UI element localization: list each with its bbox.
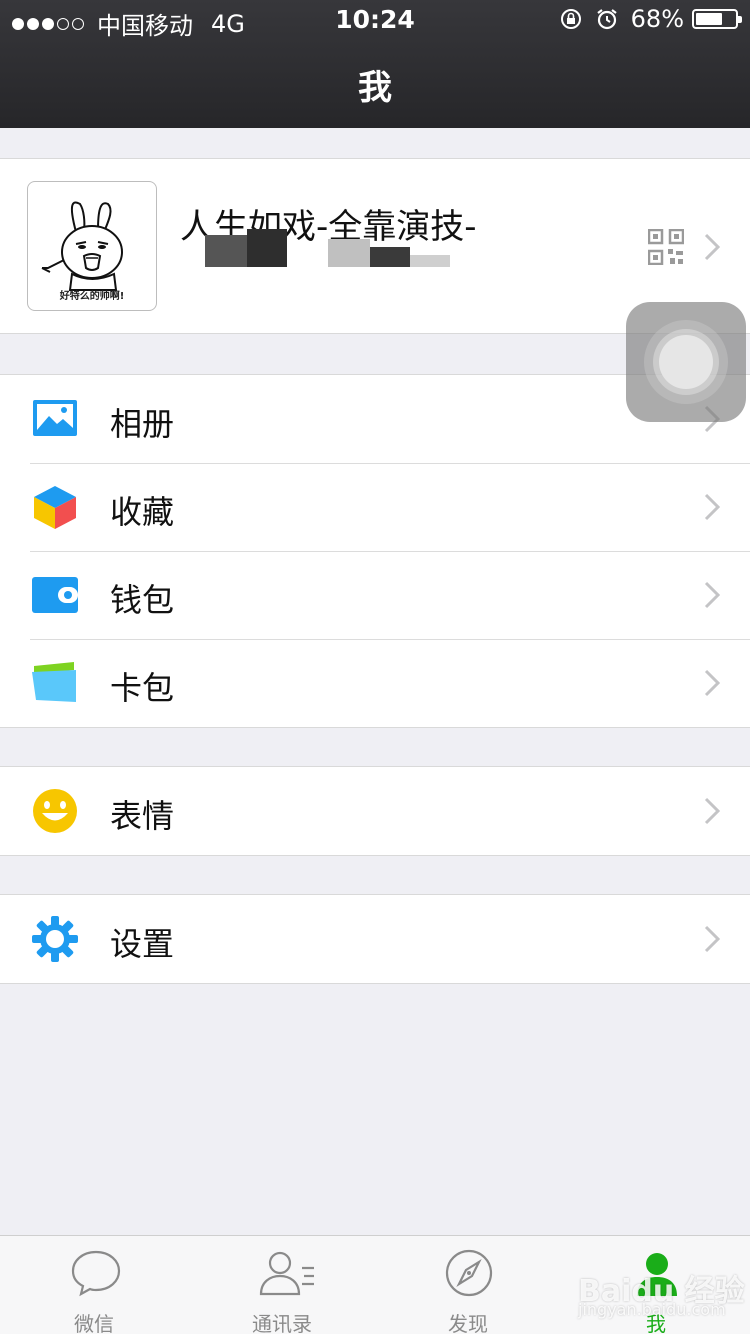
baidu-watermark-url: jingyan.baidu.com	[578, 1300, 726, 1319]
avatar[interactable]: 好特么的帅啊!	[27, 181, 157, 311]
menu-item-favorites[interactable]: 收藏	[0, 463, 750, 551]
album-icon	[33, 400, 77, 436]
favorites-cube-icon	[34, 486, 76, 529]
top-bar: 中国移动 4G 10:24 68% 我	[0, 0, 750, 128]
page-title: 我	[358, 68, 392, 108]
menu-item-settings[interactable]: 设置	[0, 895, 750, 983]
tab-label-discover: 发现	[448, 1312, 488, 1334]
chat-bubble-icon	[71, 1250, 121, 1297]
menu-group-stickers: 表情	[0, 766, 750, 856]
battery-percent: 68%	[630, 5, 684, 33]
tab-label-contacts: 通讯录	[252, 1312, 312, 1334]
tab-label-chats: 微信	[74, 1312, 114, 1334]
avatar-caption: 好特么的帅啊!	[59, 291, 125, 302]
battery-icon	[692, 9, 742, 29]
wallet-icon	[32, 577, 78, 613]
chevron-right-icon	[704, 233, 720, 261]
menu-item-stickers[interactable]: 表情	[0, 767, 750, 855]
tab-chats[interactable]: 微信	[24, 1236, 164, 1334]
card-pack-icon	[32, 662, 76, 702]
chevron-right-icon	[704, 493, 720, 521]
settings-gear-icon	[32, 916, 78, 962]
rabbit-meme-icon	[41, 201, 123, 291]
menu-label-wallet: 钱包	[110, 581, 175, 619]
menu-item-card-pack[interactable]: 卡包	[0, 639, 750, 727]
chevron-right-icon	[704, 669, 720, 697]
compass-icon	[445, 1249, 493, 1297]
menu-group-main: 相册 收藏 钱包 卡包	[0, 374, 750, 728]
menu-group-settings: 设置	[0, 894, 750, 984]
menu-item-wallet[interactable]: 钱包	[0, 551, 750, 639]
menu-label-favorites: 收藏	[110, 493, 175, 531]
qr-code-icon[interactable]	[648, 229, 684, 265]
tab-contacts[interactable]: 通讯录	[212, 1236, 352, 1334]
alarm-icon	[596, 9, 617, 30]
contacts-icon	[259, 1251, 314, 1296]
chevron-right-icon	[704, 797, 720, 825]
sticker-smiley-icon	[33, 789, 77, 833]
menu-label-card-pack: 卡包	[110, 669, 175, 707]
orientation-lock-icon	[560, 9, 581, 29]
menu-label-album: 相册	[110, 405, 175, 443]
menu-label-settings: 设置	[110, 925, 175, 963]
assistive-touch-button[interactable]	[626, 302, 746, 422]
chevron-right-icon	[704, 581, 720, 609]
tab-discover[interactable]: 发现	[398, 1236, 538, 1334]
chevron-right-icon	[704, 925, 720, 953]
status-bar: 中国移动 4G 10:24 68%	[0, 0, 750, 40]
menu-label-stickers: 表情	[110, 797, 175, 835]
